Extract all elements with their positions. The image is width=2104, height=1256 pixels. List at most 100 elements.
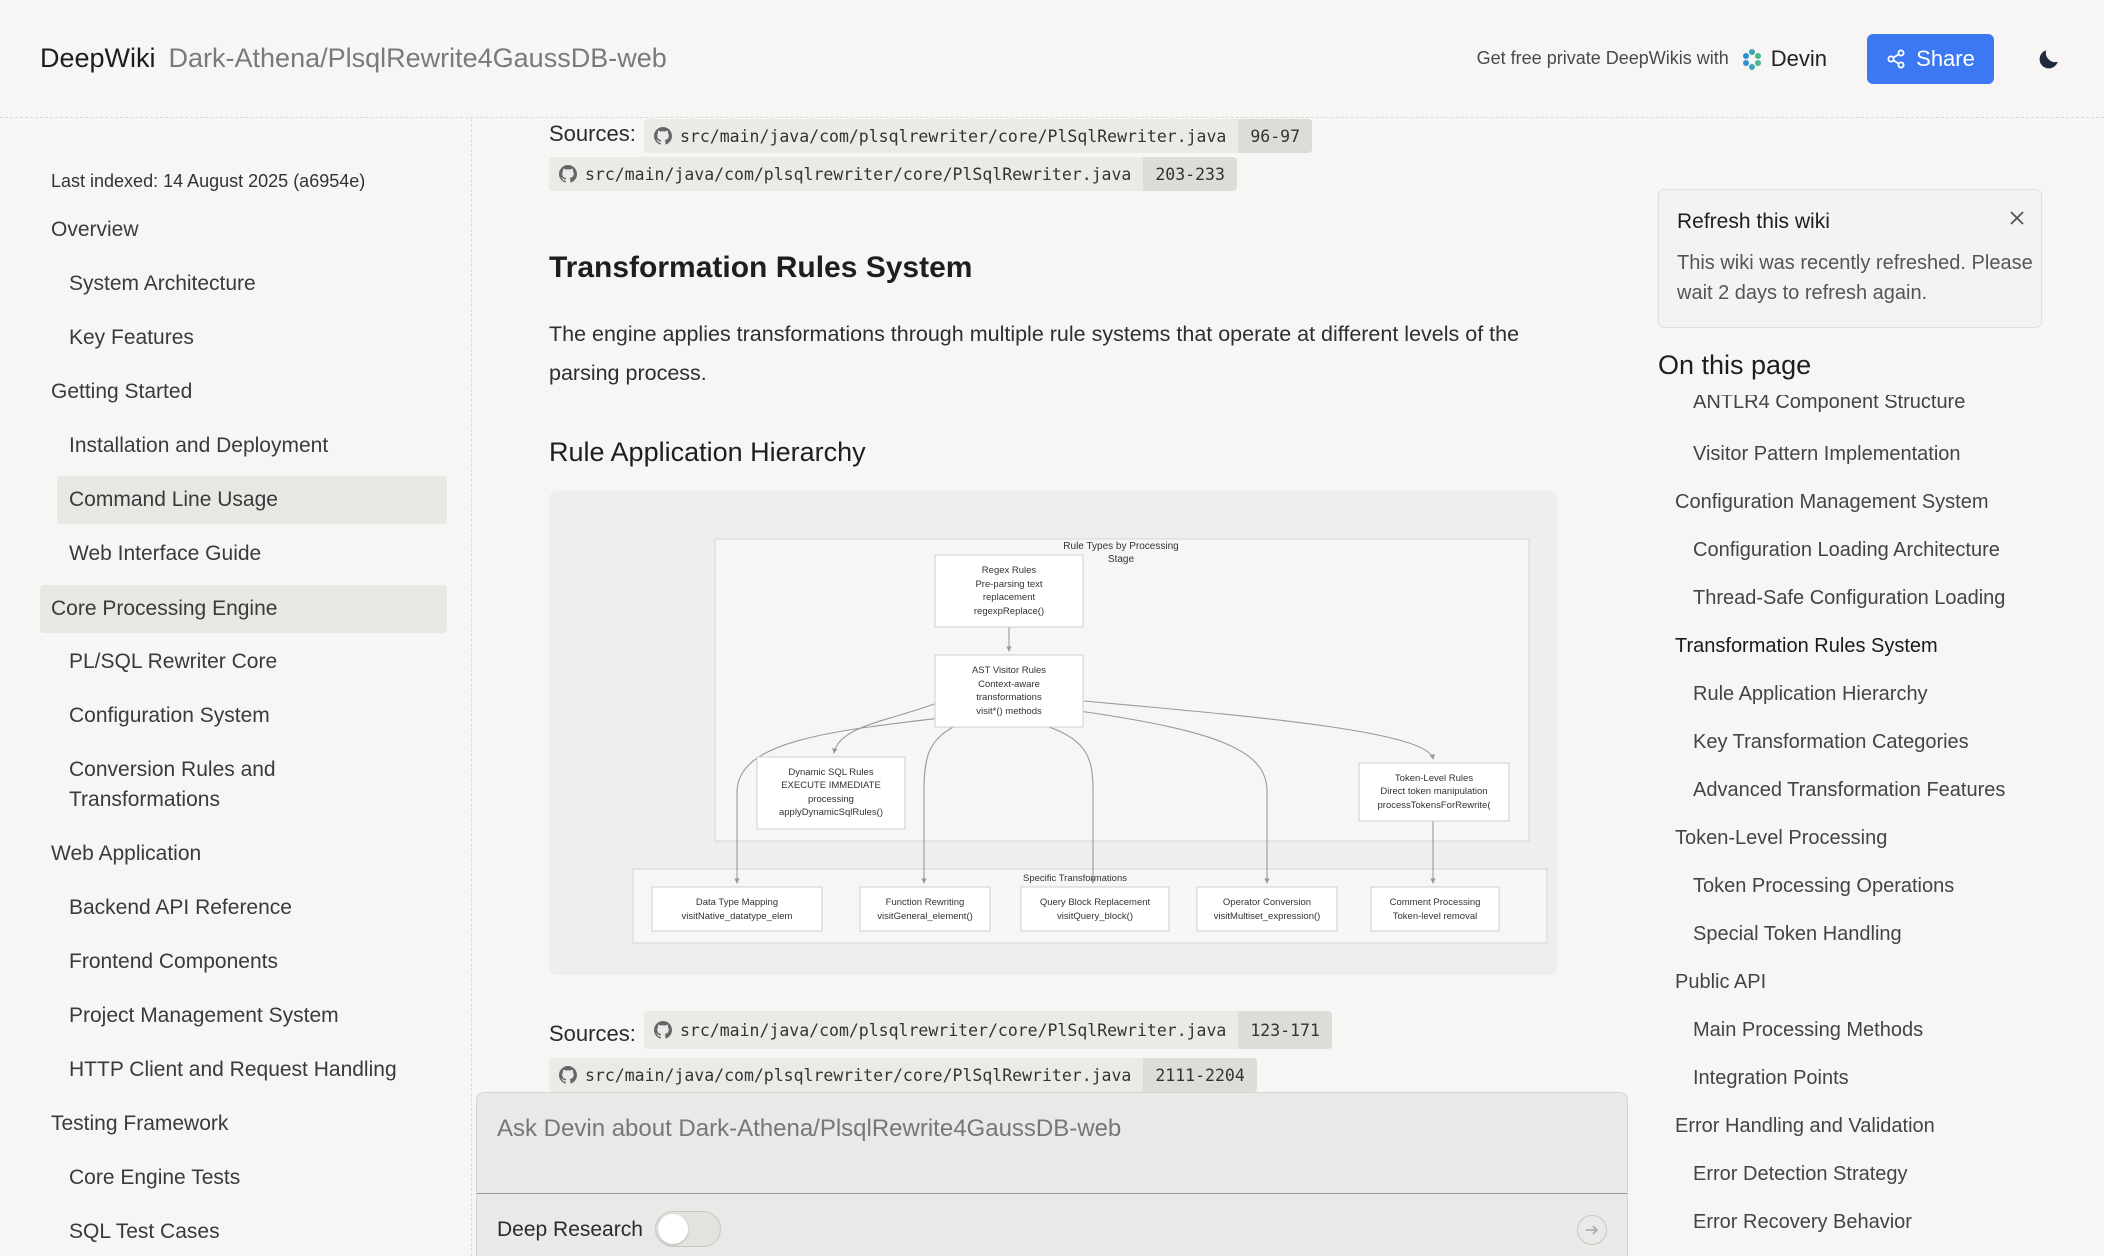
toc-item-token-level-processing[interactable]: Token-Level Processing [1675, 827, 1887, 850]
sidebar-item-testing-framework[interactable]: Testing Framework [51, 1109, 228, 1139]
svg-text:Query Block Replacement: Query Block Replacement [1040, 897, 1151, 908]
source-chip[interactable]: src/main/java/com/plsqlrewriter/core/PlS… [549, 157, 1237, 191]
svg-text:Context-aware: Context-aware [978, 679, 1040, 690]
sidebar-item-project-management[interactable]: Project Management System [69, 1001, 339, 1031]
node-dynamic-sql-rules: Dynamic SQL Rules EXECUTE IMMEDIATE proc… [756, 756, 906, 830]
toc-item-advanced-transformation[interactable]: Advanced Transformation Features [1693, 779, 2005, 802]
source-lines: 2111-2204 [1143, 1058, 1257, 1092]
sidebar-item-conversion-rules[interactable]: Conversion Rules and [69, 755, 276, 785]
last-indexed: Last indexed: 14 August 2025 (a6954e) [51, 171, 366, 191]
arrow-right-icon [1586, 1225, 1599, 1235]
ask-devin-bar: Ask Devin about Dark-Athena/PlsqlRewrite… [476, 1092, 1628, 1256]
top-bar: DeepWiki Dark-Athena/PlsqlRewrite4GaussD… [0, 0, 2104, 118]
toc-item-rule-application-hierarchy[interactable]: Rule Application Hierarchy [1693, 683, 1928, 706]
close-icon[interactable] [2007, 208, 2027, 233]
sidebar-item-getting-started[interactable]: Getting Started [51, 377, 192, 407]
sidebar-item-sql-test-cases[interactable]: SQL Test Cases [69, 1217, 220, 1247]
svg-text:visitQuery_block(): visitQuery_block() [1057, 911, 1133, 922]
source-path: src/main/java/com/plsqlrewriter/core/PlS… [680, 1020, 1227, 1040]
deep-research-toggle[interactable] [655, 1211, 721, 1247]
toc-item-thread-safe-config[interactable]: Thread-Safe Configuration Loading [1693, 587, 2005, 610]
section-paragraph: The engine applies transformations throu… [549, 322, 1520, 385]
toc-item-error-detection-strategy[interactable]: Error Detection Strategy [1693, 1163, 1908, 1186]
svg-text:Direct token manipulation: Direct token manipulation [1380, 786, 1487, 797]
sources-label: Sources: [549, 1021, 636, 1046]
sidebar-item-overview[interactable]: Overview [51, 215, 139, 245]
toc-item-visitor-pattern[interactable]: Visitor Pattern Implementation [1693, 443, 1961, 466]
send-button[interactable] [1577, 1215, 1607, 1245]
source-lines: 203-233 [1143, 157, 1237, 191]
node-ast-visitor-rules: AST Visitor Rules Context-aware transfor… [934, 654, 1084, 728]
svg-text:Dynamic SQL Rules: Dynamic SQL Rules [788, 767, 873, 778]
toc-item-configuration-loading[interactable]: Configuration Loading Architecture [1693, 539, 2000, 562]
sidebar-item-command-line-usage[interactable]: Command Line Usage [57, 476, 447, 524]
source-chip[interactable]: src/main/java/com/plsqlrewriter/core/PlS… [644, 1011, 1332, 1049]
github-icon [559, 165, 577, 183]
deep-research-label: Deep Research [497, 1218, 643, 1241]
section-heading: Transformation Rules System [549, 251, 973, 284]
moon-icon [2039, 49, 2058, 68]
sidebar-item-http-client[interactable]: HTTP Client and Request Handling [69, 1055, 397, 1085]
svg-text:replacement: replacement [983, 592, 1036, 603]
svg-text:visitNative_datatype_elem: visitNative_datatype_elem [682, 911, 793, 922]
sidebar-item-web-interface-guide[interactable]: Web Interface Guide [69, 539, 261, 569]
sidebar-item-backend-api-reference[interactable]: Backend API Reference [69, 893, 292, 923]
on-this-page-title: On this page [1658, 350, 1812, 380]
sources-label: Sources: [549, 121, 636, 146]
sidebar-item-key-features[interactable]: Key Features [69, 323, 194, 353]
source-path: src/main/java/com/plsqlrewriter/core/PlS… [585, 164, 1132, 184]
promo-text: Get free private DeepWikis with [1476, 48, 1729, 68]
sidebar-item-core-processing-engine[interactable]: Core Processing Engine [40, 585, 447, 633]
brand-logo[interactable]: DeepWiki [40, 43, 156, 74]
svg-text:processing: processing [808, 794, 854, 805]
sidebar-item-core-engine-tests[interactable]: Core Engine Tests [69, 1163, 240, 1193]
sidebar-item-configuration-system[interactable]: Configuration System [69, 701, 270, 731]
theme-toggle-button[interactable] [2034, 44, 2064, 74]
toc-item-error-recovery-behavior[interactable]: Error Recovery Behavior [1693, 1211, 1912, 1234]
sidebar-item-system-architecture[interactable]: System Architecture [69, 269, 256, 299]
node-token-level-rules: Token-Level Rules Direct token manipulat… [1358, 762, 1510, 822]
refresh-title: Refresh this wiki [1677, 210, 1830, 233]
source-chip[interactable]: src/main/java/com/plsqlrewriter/core/PlS… [549, 1058, 1257, 1092]
toc-item-token-processing-operations[interactable]: Token Processing Operations [1693, 875, 1954, 898]
github-icon [559, 1066, 577, 1084]
source-path: src/main/java/com/plsqlrewriter/core/PlS… [585, 1065, 1132, 1085]
toc-item-special-token-handling[interactable]: Special Token Handling [1693, 923, 1902, 946]
ask-devin-input[interactable]: Ask Devin about Dark-Athena/PlsqlRewrite… [497, 1115, 1121, 1143]
svg-text:EXECUTE IMMEDIATE: EXECUTE IMMEDIATE [781, 780, 881, 791]
toc-item-error-handling[interactable]: Error Handling and Validation [1675, 1115, 1935, 1138]
svg-text:Function Rewriting: Function Rewriting [886, 897, 965, 908]
sidebar-item-conversion-rules-cont[interactable]: Transformations [69, 785, 220, 815]
refresh-body: This wiki was recently refreshed. Please… [1677, 252, 2033, 304]
ask-divider [477, 1193, 1627, 1194]
svg-text:AST Visitor Rules: AST Visitor Rules [972, 665, 1046, 676]
svg-text:applyDynamicSqlRules(): applyDynamicSqlRules() [779, 807, 883, 818]
toc-item-public-api[interactable]: Public API [1675, 971, 1766, 994]
sidebar-item-plsql-rewriter-core[interactable]: PL/SQL Rewriter Core [69, 647, 277, 677]
svg-text:Token-Level Rules: Token-Level Rules [1395, 773, 1473, 784]
node-operator-conversion: Operator Conversion visitMultiset_expres… [1196, 886, 1338, 932]
table-of-contents: ANTLR4 Component Structure Visitor Patte… [1658, 395, 2058, 1256]
main-content: Sources: src/main/java/com/plsqlrewriter… [473, 119, 1623, 1256]
source-lines: 123-171 [1238, 1011, 1332, 1049]
svg-text:Comment Processing: Comment Processing [1390, 897, 1481, 908]
refresh-wiki-card: Refresh this wiki This wiki was recently… [1658, 189, 2042, 328]
source-chip[interactable]: src/main/java/com/plsqlrewriter/core/PlS… [644, 119, 1313, 153]
devin-link[interactable]: Devin [1741, 46, 1827, 72]
sidebar-item-installation[interactable]: Installation and Deployment [69, 431, 328, 461]
source-lines: 96-97 [1238, 119, 1313, 153]
group-title-line2: Stage [1108, 554, 1135, 565]
sidebar-item-web-application[interactable]: Web Application [51, 839, 201, 869]
share-button[interactable]: Share [1867, 33, 1994, 84]
svg-text:Pre-parsing text: Pre-parsing text [975, 579, 1042, 590]
toc-item-main-processing-methods[interactable]: Main Processing Methods [1693, 1019, 1923, 1042]
toc-item-key-transformation-categories[interactable]: Key Transformation Categories [1693, 731, 1969, 754]
toc-item-antlr4-component-structure[interactable]: ANTLR4 Component Structure [1693, 395, 1965, 414]
toc-item-configuration-management[interactable]: Configuration Management System [1675, 491, 1989, 514]
sidebar-item-frontend-components[interactable]: Frontend Components [69, 947, 278, 977]
svg-text:Regex Rules: Regex Rules [982, 565, 1037, 576]
repo-title[interactable]: Dark-Athena/PlsqlRewrite4GaussDB-web [169, 43, 667, 74]
rule-hierarchy-diagram[interactable]: Rule Types by Processing Stage Regex Rul… [549, 491, 1557, 975]
toc-item-integration-points[interactable]: Integration Points [1693, 1067, 1849, 1090]
toc-item-transformation-rules[interactable]: Transformation Rules System [1675, 635, 1938, 658]
